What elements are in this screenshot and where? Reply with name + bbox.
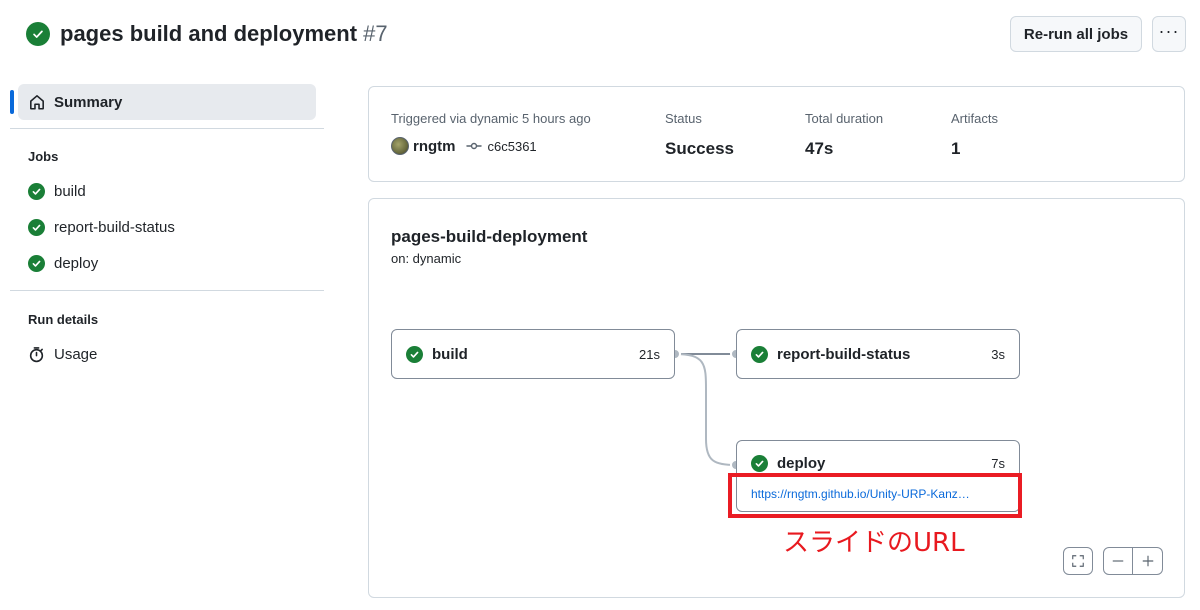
status-info: Status Success: [665, 111, 734, 159]
job-connectors: [669, 348, 742, 471]
zoom-out-button[interactable]: [1103, 547, 1133, 575]
status-value: Success: [665, 139, 734, 158]
sidebar-item-build[interactable]: build: [10, 173, 326, 209]
success-check-icon: [28, 218, 45, 236]
success-check-icon: [751, 455, 768, 472]
run-number: #7: [363, 21, 388, 46]
active-indicator: [10, 90, 14, 114]
job-duration: 21s: [639, 346, 660, 362]
job-name: report-build-status: [777, 345, 911, 363]
page-title: pages build and deployment #7: [60, 21, 388, 47]
sidebar-item-label: report-build-status: [54, 218, 175, 236]
zoom-controls: [1103, 547, 1163, 575]
fullscreen-icon: [1072, 555, 1084, 567]
stopwatch-icon: [28, 346, 45, 363]
success-check-icon: [751, 345, 768, 363]
job-duration: 7s: [991, 456, 1005, 471]
avatar[interactable]: [391, 137, 409, 155]
fit-view-control: [1063, 547, 1093, 575]
sidebar-item-label: Summary: [54, 93, 123, 111]
jobs-heading: Jobs: [28, 149, 59, 164]
artifacts-label: Artifacts: [951, 111, 998, 126]
sidebar-divider: [10, 290, 324, 291]
workflow-title: pages build and deployment: [60, 21, 358, 46]
page-header: pages build and deployment #7 Re-run all…: [26, 14, 1186, 54]
duration-label: Total duration: [805, 111, 884, 126]
more-options-button[interactable]: ···: [1152, 16, 1186, 52]
workflow-graph-panel: pages-build-deployment on: dynamic build…: [368, 198, 1185, 598]
minus-icon: [1112, 560, 1124, 562]
run-details-heading: Run details: [28, 312, 99, 327]
job-card-report-build-status[interactable]: report-build-status 3s: [736, 329, 1020, 379]
annotation-highlight-box: [728, 473, 1022, 518]
sidebar-item-summary[interactable]: Summary: [10, 84, 316, 120]
job-name: build: [432, 345, 468, 363]
success-check-icon: [406, 345, 423, 363]
duration-value: 47s: [805, 139, 834, 158]
triggered-label: Triggered via dynamic 5 hours ago: [391, 111, 591, 126]
rerun-all-jobs-button[interactable]: Re-run all jobs: [1010, 16, 1142, 52]
trigger-info: Triggered via dynamic 5 hours ago rngtm …: [391, 111, 591, 155]
sidebar-item-usage[interactable]: Usage: [10, 336, 326, 372]
duration-info: Total duration 47s: [805, 111, 883, 159]
success-check-icon: [28, 254, 45, 272]
sidebar-item-label: build: [54, 182, 86, 200]
commit-sha-link[interactable]: c6c5361: [488, 139, 537, 154]
actor-link[interactable]: rngtm: [413, 138, 456, 155]
success-check-icon: [28, 182, 45, 200]
annotation-text: スライドのURL: [783, 528, 965, 558]
sidebar-item-label: deploy: [54, 254, 99, 272]
zoom-in-button[interactable]: [1133, 547, 1163, 575]
artifacts-info: Artifacts 1: [951, 111, 998, 159]
success-check-icon: [26, 22, 50, 46]
status-label: Status: [665, 111, 702, 126]
artifacts-value[interactable]: 1: [951, 139, 998, 159]
git-commit-icon: [465, 140, 482, 152]
job-duration: 3s: [991, 346, 1005, 362]
job-name: deploy: [777, 455, 826, 472]
sidebar-item-deploy[interactable]: deploy: [10, 245, 326, 281]
sidebar-item-label: Usage: [54, 345, 98, 363]
plus-icon: [1142, 555, 1153, 567]
fit-view-button[interactable]: [1063, 547, 1093, 575]
job-card-build[interactable]: build 21s: [391, 329, 675, 379]
run-summary-panel: Triggered via dynamic 5 hours ago rngtm …: [368, 86, 1185, 182]
sidebar-divider: [10, 128, 324, 129]
home-icon: [28, 93, 46, 111]
sidebar-item-report-build-status[interactable]: report-build-status: [10, 209, 326, 245]
sidebar: Summary Jobs build report-build-status d…: [10, 84, 326, 372]
